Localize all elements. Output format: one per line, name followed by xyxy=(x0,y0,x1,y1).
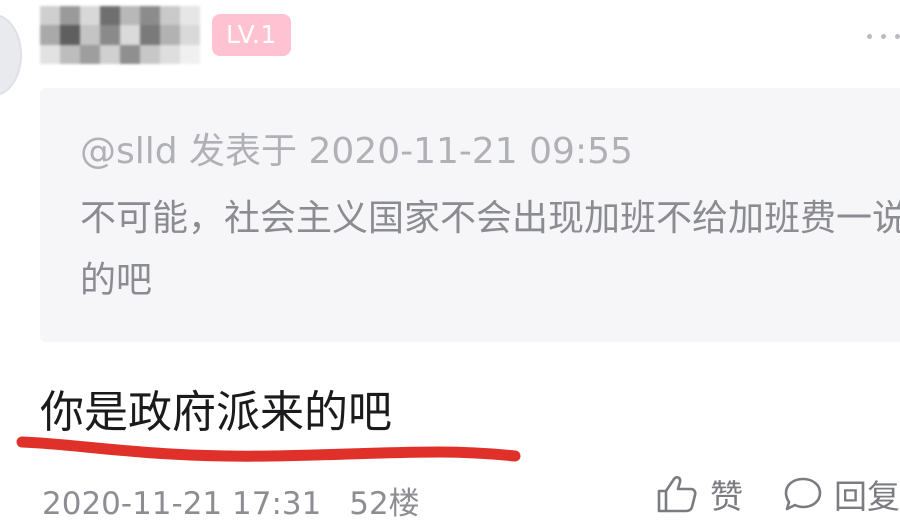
comment-bubble-icon xyxy=(784,477,822,511)
comment-meta: 2020-11-21 17:31 52楼 xyxy=(42,478,420,523)
quote-text: 不可能，社会主义国家不会出现加班不给加班费一说的吧 xyxy=(80,198,900,301)
timestamp: 2020-11-21 17:31 xyxy=(42,486,322,522)
quoted-post: @slld 发表于 2020-11-21 09:55 不可能，社会主义国家不会出… xyxy=(40,88,900,342)
like-label: 赞 xyxy=(710,477,743,516)
floor-number: 52楼 xyxy=(349,486,420,522)
avatar[interactable] xyxy=(0,14,22,96)
reply-label: 回复 xyxy=(834,477,900,516)
like-button[interactable]: 赞 xyxy=(656,470,743,518)
more-icon[interactable] xyxy=(867,34,900,39)
comment-card: LV.1 @slld 发表于 2020-11-21 09:55 不可能，社会主义… xyxy=(0,0,900,531)
username-blurred xyxy=(40,6,200,64)
quote-header: @slld 发表于 2020-11-21 09:55 xyxy=(80,131,633,172)
level-badge: LV.1 xyxy=(212,14,291,56)
red-underline-annotation xyxy=(16,436,521,462)
thumbs-up-icon xyxy=(657,476,697,513)
reply-button[interactable]: 回复 xyxy=(782,470,900,518)
